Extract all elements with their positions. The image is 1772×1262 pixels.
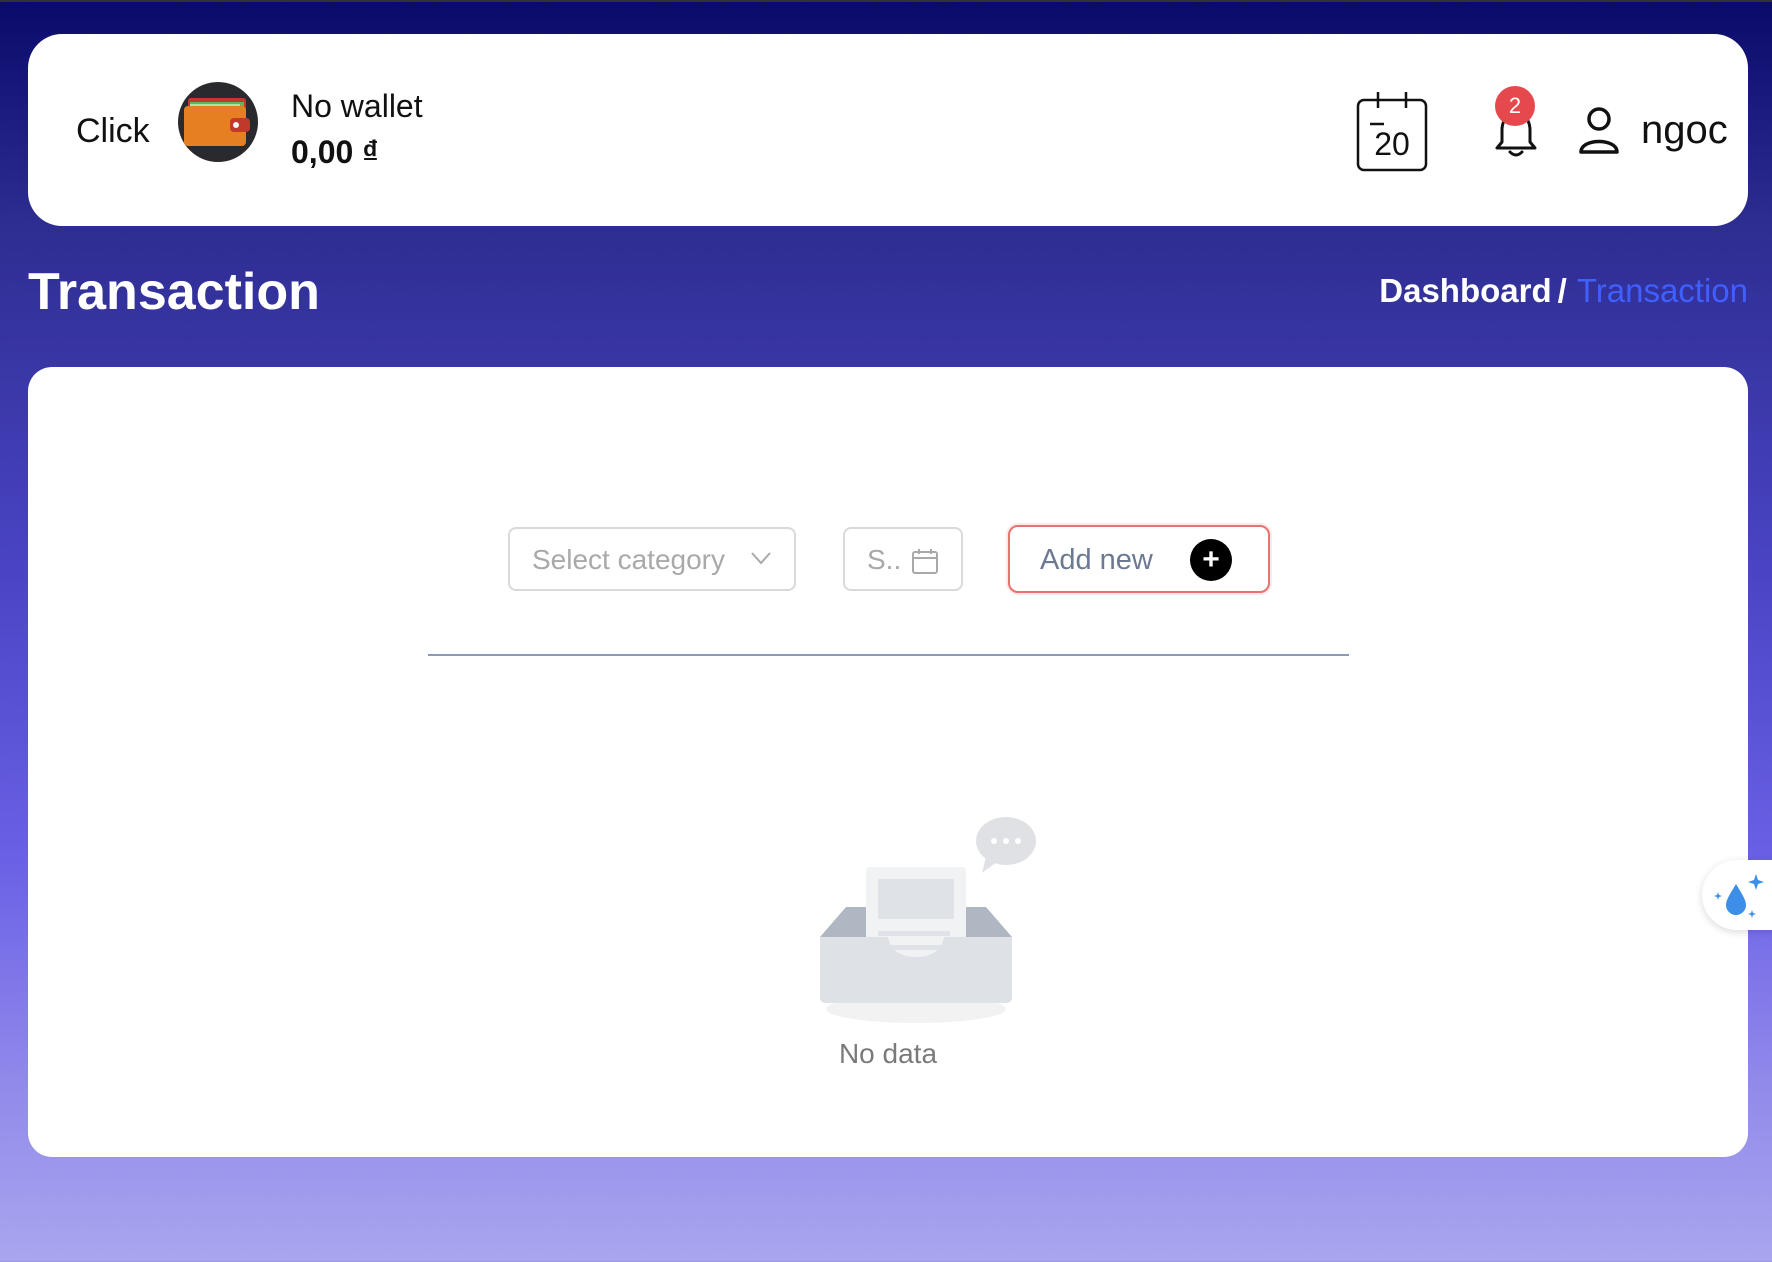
water-drop-sparkle-icon xyxy=(1714,874,1764,918)
breadcrumb-dashboard[interactable]: Dashboard xyxy=(1379,272,1551,309)
divider xyxy=(428,654,1349,656)
wallet-icon xyxy=(184,98,250,146)
wallet-avatar[interactable] xyxy=(178,82,258,162)
transaction-card: Select category S.. Add new + No data xyxy=(28,367,1748,1157)
user-icon[interactable] xyxy=(1578,106,1620,154)
date-picker[interactable]: S.. xyxy=(843,527,963,591)
calendar-button[interactable]: 20 xyxy=(1356,90,1428,172)
top-header: Click No wallet 0,00 ₫ 20 2 ngoc xyxy=(28,34,1748,226)
floating-assistant-button[interactable] xyxy=(1702,860,1772,930)
plus-icon: + xyxy=(1190,539,1232,581)
click-label[interactable]: Click xyxy=(76,112,150,151)
category-select-placeholder: Select category xyxy=(532,544,725,575)
user-name[interactable]: ngoc xyxy=(1641,108,1728,153)
breadcrumb: Dashboard / Transaction xyxy=(1379,272,1748,310)
add-new-button[interactable]: Add new + xyxy=(1008,525,1270,593)
category-select[interactable]: Select category xyxy=(508,527,796,591)
calendar-small-icon xyxy=(912,549,938,574)
notification-badge: 2 xyxy=(1495,86,1535,126)
empty-inbox-icon xyxy=(820,817,1036,1023)
empty-state-text: No data xyxy=(838,1038,938,1069)
date-picker-placeholder: S.. xyxy=(867,544,902,575)
page-title: Transaction xyxy=(28,263,320,321)
chevron-down-icon xyxy=(751,552,771,565)
top-edge xyxy=(0,0,1772,2)
add-new-label: Add new xyxy=(1040,544,1153,576)
calendar-day: 20 xyxy=(1374,126,1410,162)
breadcrumb-current: Transaction xyxy=(1576,272,1748,309)
wallet-balance: 0,00 ₫ xyxy=(291,134,379,170)
wallet-name: No wallet xyxy=(291,88,423,124)
breadcrumb-separator: / xyxy=(1557,272,1567,309)
